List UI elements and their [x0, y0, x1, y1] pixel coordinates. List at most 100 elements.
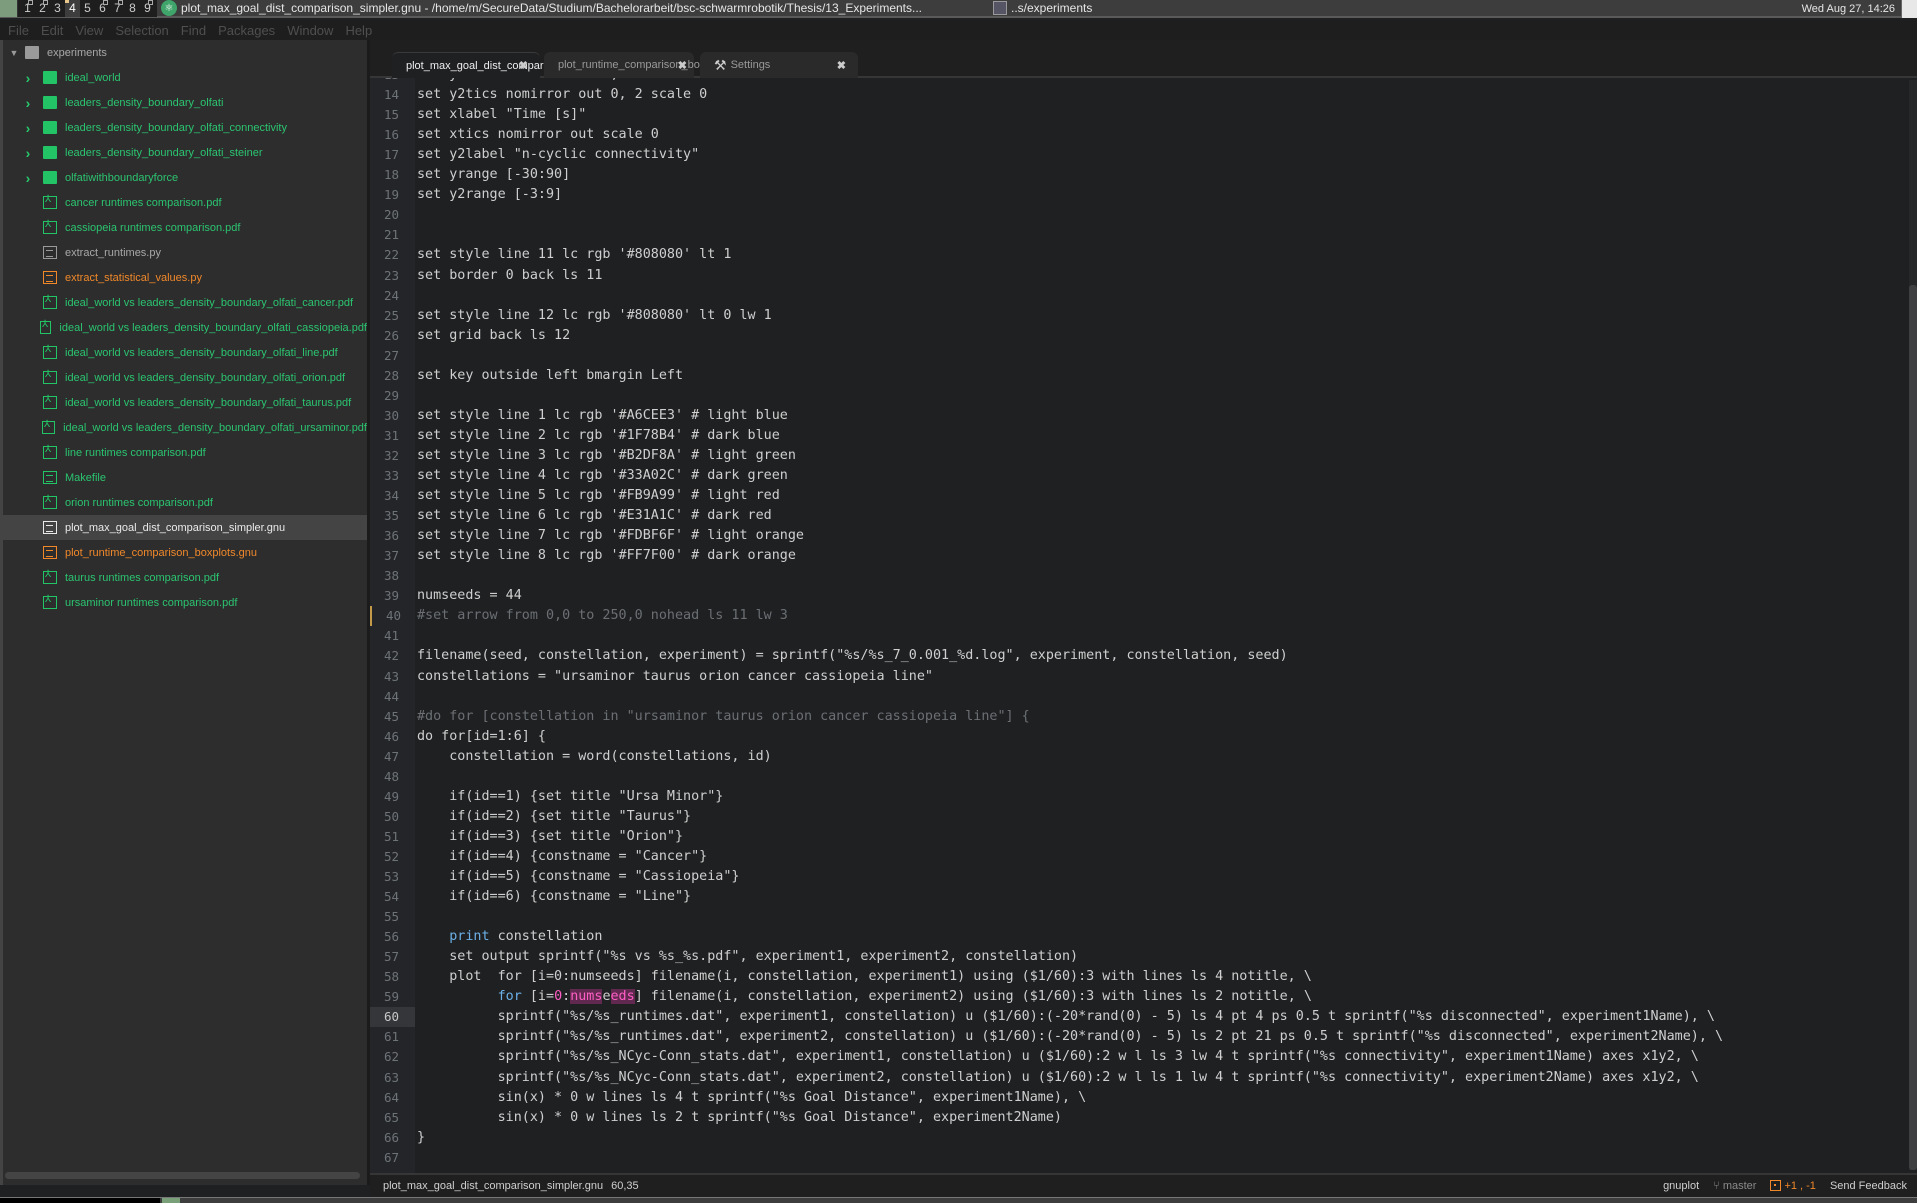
- vertical-scrollbar[interactable]: [1909, 80, 1917, 1170]
- code-line[interactable]: 35 set style line 6 lc rgb '#E31A1C' # da…: [370, 506, 1900, 526]
- workspace-3[interactable]: 3: [50, 0, 65, 17]
- chevron-right-icon[interactable]: ›: [21, 145, 35, 161]
- code-line[interactable]: 21: [370, 225, 1900, 245]
- code-line[interactable]: 44: [370, 687, 1900, 707]
- code-line[interactable]: 20: [370, 205, 1900, 225]
- workspace-6[interactable]: 6: [95, 0, 110, 17]
- code-line[interactable]: 24: [370, 286, 1900, 306]
- tree-item[interactable]: ideal_world vs leaders_density_boundary_…: [3, 365, 367, 390]
- code-line[interactable]: 48: [370, 767, 1900, 787]
- code-line[interactable]: 36 set style line 7 lc rgb '#FDBF6F' # li…: [370, 526, 1900, 546]
- code-line[interactable]: 45 #do for [constellation in "ursaminor t…: [370, 707, 1900, 727]
- code-line[interactable]: 22 set style line 11 lc rgb '#808080' lt …: [370, 245, 1900, 265]
- code-line[interactable]: 41: [370, 626, 1900, 646]
- code-line[interactable]: 28 set key outside left bmargin Left: [370, 366, 1900, 386]
- terminal-window-title[interactable]: ..s/experiments: [1011, 1, 1092, 15]
- code-line[interactable]: 64 sin(x) * 0 w lines ls 4 t sprintf("%s…: [370, 1088, 1900, 1108]
- menu-packages[interactable]: Packages: [218, 23, 275, 38]
- code-line[interactable]: 13set ytics nomirror out 0, 20 scale 0: [370, 78, 1900, 85]
- code-line[interactable]: 19 set y2range [-3:9]: [370, 185, 1900, 205]
- workspace-2[interactable]: 2: [35, 0, 50, 17]
- status-file-path[interactable]: plot_max_goal_dist_comparison_simpler.gn…: [383, 1180, 603, 1192]
- code-line[interactable]: 38: [370, 566, 1900, 586]
- code-line[interactable]: 54 if(id==6) {constname = "Line"}: [370, 887, 1900, 907]
- workspace-7[interactable]: 7: [110, 0, 125, 17]
- code-line[interactable]: 67: [370, 1148, 1900, 1168]
- code-line[interactable]: 32 set style line 3 lc rgb '#B2DF8A' # li…: [370, 446, 1900, 466]
- taskbar-app-button[interactable]: [162, 1198, 180, 1203]
- chevron-right-icon[interactable]: ›: [21, 120, 35, 136]
- scrollbar-thumb[interactable]: [1909, 285, 1917, 1170]
- code-line[interactable]: 31 set style line 2 lc rgb '#1F78B4' # da…: [370, 426, 1900, 446]
- tab-settings[interactable]: ⚒ Settings ✖: [700, 52, 858, 78]
- git-diff-status[interactable]: +1 , -1: [1770, 1180, 1816, 1192]
- tree-item[interactable]: plot_max_goal_dist_comparison_simpler.gn…: [3, 515, 367, 540]
- code-line[interactable]: 58 plot for [i=0:numseeds] filename(i, c…: [370, 967, 1900, 987]
- menu-help[interactable]: Help: [345, 23, 372, 38]
- tree-item[interactable]: line runtimes comparison.pdf: [3, 440, 367, 465]
- code-line[interactable]: 51 if(id==3) {set title "Orion"}: [370, 827, 1900, 847]
- tree-item[interactable]: orion runtimes comparison.pdf: [3, 490, 367, 515]
- menu-find[interactable]: Find: [181, 23, 206, 38]
- chevron-right-icon[interactable]: ›: [21, 95, 35, 111]
- code-line[interactable]: 16 set xtics nomirror out scale 0: [370, 125, 1900, 145]
- code-line[interactable]: 23 set border 0 back ls 11: [370, 266, 1900, 286]
- code-line[interactable]: 27: [370, 346, 1900, 366]
- menu-selection[interactable]: Selection: [115, 23, 168, 38]
- tree-item[interactable]: Makefile: [3, 465, 367, 490]
- code-line[interactable]: 29: [370, 386, 1900, 406]
- code-line[interactable]: 56 print constellation: [370, 927, 1900, 947]
- code-line[interactable]: 17 set y2label "n-cyclic connectivity": [370, 145, 1900, 165]
- code-line[interactable]: 43 constellations = "ursaminor taurus ori…: [370, 667, 1900, 687]
- code-line[interactable]: 49 if(id==1) {set title "Ursa Minor"}: [370, 787, 1900, 807]
- tree-item[interactable]: › olfatiwithboundaryforce: [3, 165, 367, 190]
- code-line[interactable]: 33 set style line 4 lc rgb '#33A02C' # da…: [370, 466, 1900, 486]
- code-line[interactable]: 66}: [370, 1128, 1900, 1148]
- close-icon[interactable]: ✖: [519, 59, 528, 72]
- tree-item[interactable]: ideal_world vs leaders_density_boundary_…: [3, 390, 367, 415]
- grammar-selector[interactable]: gnuplot: [1663, 1180, 1699, 1192]
- code-line[interactable]: 47 constellation = word(constellations, …: [370, 747, 1900, 767]
- code-line[interactable]: 46 do for[id=1:6] {: [370, 727, 1900, 747]
- code-line[interactable]: 34 set style line 5 lc rgb '#FB9A99' # li…: [370, 486, 1900, 506]
- system-menu-button[interactable]: [0, 0, 18, 17]
- code-line[interactable]: 61 sprintf("%s/%s_runtimes.dat", experim…: [370, 1027, 1900, 1047]
- code-line[interactable]: 37 set style line 8 lc rgb '#FF7F00' # da…: [370, 546, 1900, 566]
- tree-item[interactable]: ursaminor runtimes comparison.pdf: [3, 590, 367, 615]
- chevron-down-icon[interactable]: ▼: [7, 48, 21, 58]
- tree-item[interactable]: taurus runtimes comparison.pdf: [3, 565, 367, 590]
- code-line[interactable]: 63 sprintf("%s/%s_NCyc-Conn_stats.dat", …: [370, 1068, 1900, 1088]
- workspace-1[interactable]: 1: [20, 0, 35, 17]
- code-line[interactable]: 30 set style line 1 lc rgb '#A6CEE3' # li…: [370, 406, 1900, 426]
- workspace-5[interactable]: 5: [80, 0, 95, 17]
- tree-item[interactable]: › leaders_density_boundary_olfati: [3, 90, 367, 115]
- menu-file[interactable]: File: [8, 23, 29, 38]
- close-icon[interactable]: ✖: [837, 59, 846, 72]
- menu-view[interactable]: View: [75, 23, 103, 38]
- code-line[interactable]: 25 set style line 12 lc rgb '#808080' lt …: [370, 306, 1900, 326]
- tree-item[interactable]: plot_runtime_comparison_boxplots.gnu: [3, 540, 367, 565]
- tree-root-experiments[interactable]: ▼ experiments: [3, 40, 367, 65]
- sidebar-horizontal-scrollbar[interactable]: [5, 1172, 360, 1179]
- code-line[interactable]: 55: [370, 907, 1900, 927]
- code-line[interactable]: 18 set yrange [-30:90]: [370, 165, 1900, 185]
- tree-item[interactable]: ideal_world vs leaders_density_boundary_…: [3, 415, 367, 440]
- code-line[interactable]: 15 set xlabel "Time [s]": [370, 105, 1900, 125]
- send-feedback-button[interactable]: Send Feedback: [1830, 1180, 1907, 1192]
- code-line[interactable]: 14 set y2tics nomirror out 0, 2 scale 0: [370, 85, 1900, 105]
- tree-item[interactable]: extract_runtimes.py: [3, 240, 367, 265]
- menu-edit[interactable]: Edit: [41, 23, 63, 38]
- code-line[interactable]: 39 numseeds = 44: [370, 586, 1900, 606]
- code-line[interactable]: 57 set output sprintf("%s vs %s_%s.pdf",…: [370, 947, 1900, 967]
- tree-item[interactable]: › leaders_density_boundary_olfati_steiner: [3, 140, 367, 165]
- code-line[interactable]: 40 #set arrow from 0,0 to 250,0 nohead ls…: [370, 606, 1900, 627]
- tree-item[interactable]: › ideal_world: [3, 65, 367, 90]
- code-line[interactable]: 50 if(id==2) {set title "Taurus"}: [370, 807, 1900, 827]
- close-icon[interactable]: ✖: [678, 59, 687, 72]
- tree-item[interactable]: ideal_world vs leaders_density_boundary_…: [3, 315, 367, 340]
- code-line[interactable]: 42 filename(seed, constellation, experime…: [370, 646, 1900, 666]
- tab-plot-runtime-comparison[interactable]: plot_runtime_comparison_bo... ✖: [544, 52, 709, 78]
- cursor-position[interactable]: 60,35: [611, 1180, 639, 1192]
- code-line[interactable]: 53 if(id==5) {constname = "Cassiopeia"}: [370, 867, 1900, 887]
- tree-item[interactable]: cancer runtimes comparison.pdf: [3, 190, 367, 215]
